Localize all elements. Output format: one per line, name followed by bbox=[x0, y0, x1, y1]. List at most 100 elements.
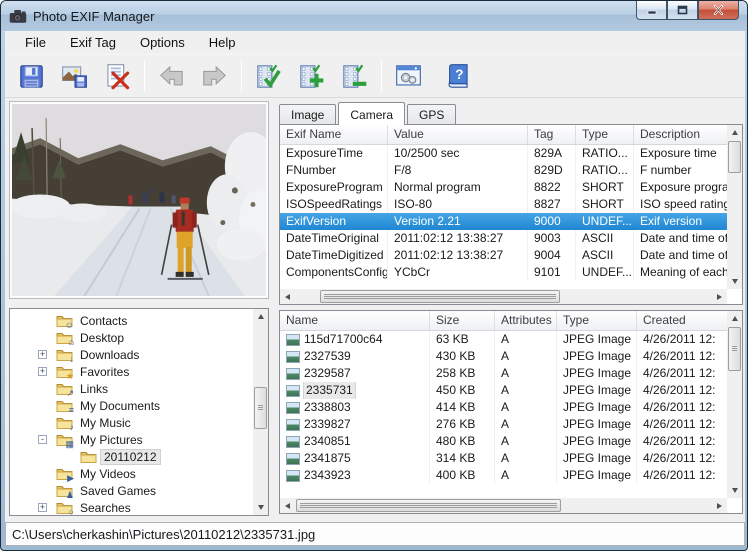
tree-item-my-pictures[interactable]: -▦My Pictures bbox=[10, 431, 253, 448]
file-row[interactable]: 2327539430 KBAJPEG Image4/26/2011 12: bbox=[280, 348, 727, 365]
tree-item-saved-games[interactable]: ♟Saved Games bbox=[10, 482, 253, 499]
tree-item-searches[interactable]: +○Searches bbox=[10, 499, 253, 515]
scroll-thumb[interactable] bbox=[320, 290, 560, 303]
exif-row[interactable]: FNumberF/8829DRATIO...F number bbox=[280, 162, 727, 179]
documents-folder-icon: ≡ bbox=[56, 398, 73, 413]
tab-image[interactable]: Image bbox=[279, 104, 336, 125]
arrow-left-icon bbox=[285, 294, 290, 300]
exif-hscrollbar[interactable] bbox=[280, 289, 727, 304]
collapse-icon[interactable]: - bbox=[38, 435, 47, 444]
menu-item-help[interactable]: Help bbox=[197, 32, 248, 53]
maximize-icon bbox=[677, 5, 688, 15]
column-header-exif-name[interactable]: Exif Name bbox=[280, 125, 388, 144]
scroll-right-button[interactable] bbox=[712, 289, 727, 304]
file-row[interactable]: 2335731450 KBAJPEG Image4/26/2011 12: bbox=[280, 382, 727, 399]
scroll-up-button[interactable] bbox=[727, 311, 742, 326]
scroll-up-button[interactable] bbox=[727, 125, 742, 140]
arrow-left-icon bbox=[158, 63, 185, 90]
column-header-type[interactable]: Type bbox=[576, 125, 634, 144]
menu-item-exif-tag[interactable]: Exif Tag bbox=[58, 32, 128, 53]
file-row[interactable]: 2341875314 KBAJPEG Image4/26/2011 12: bbox=[280, 450, 727, 467]
exif-row[interactable]: ExposureProgramNormal program8822SHORTEx… bbox=[280, 179, 727, 196]
tree-item-my-documents[interactable]: ≡My Documents bbox=[10, 397, 253, 414]
scroll-thumb[interactable] bbox=[728, 141, 741, 173]
column-header-size[interactable]: Size bbox=[430, 311, 495, 330]
tag-remove-icon bbox=[341, 63, 368, 90]
exif-row[interactable]: ExposureTime10/2500 sec829ARATIO...Expos… bbox=[280, 145, 727, 162]
tree-item-label: Saved Games bbox=[77, 484, 159, 498]
column-header-value[interactable]: Value bbox=[388, 125, 528, 144]
exif-row[interactable]: ISOSpeedRatingsISO-808827SHORTISO speed … bbox=[280, 196, 727, 213]
expand-icon[interactable]: + bbox=[38, 367, 47, 376]
scroll-right-button[interactable] bbox=[712, 498, 727, 513]
exif-row[interactable]: ExifVersionVersion 2.219000UNDEF...Exif … bbox=[280, 213, 727, 230]
save-exif-button[interactable] bbox=[13, 58, 49, 94]
scroll-thumb[interactable] bbox=[296, 499, 561, 512]
toolbar: ? bbox=[5, 55, 745, 98]
options-button[interactable] bbox=[390, 58, 426, 94]
next-image-button[interactable] bbox=[196, 58, 232, 94]
maximize-button[interactable] bbox=[667, 1, 698, 20]
remove-tag-button[interactable] bbox=[336, 58, 372, 94]
column-header-description[interactable]: Description bbox=[634, 125, 727, 144]
exif-row[interactable]: ComponentsConfig...YCbCr9101UNDEF...Mean… bbox=[280, 264, 727, 281]
file-name: 2339827 bbox=[304, 416, 351, 433]
tree-item-20110212[interactable]: 20110212 bbox=[10, 448, 253, 465]
tree-item-links[interactable]: ↗ Links bbox=[10, 380, 253, 397]
minimize-button[interactable] bbox=[636, 1, 667, 20]
scroll-left-button[interactable] bbox=[280, 498, 295, 513]
save-image-button[interactable] bbox=[56, 58, 92, 94]
menu-item-file[interactable]: File bbox=[13, 32, 58, 53]
image-file-icon bbox=[286, 402, 300, 414]
table-header: Exif NameValueTagTypeDescription bbox=[280, 125, 727, 145]
arrow-up-icon bbox=[732, 130, 738, 135]
previous-image-button[interactable] bbox=[153, 58, 189, 94]
tab-gps[interactable]: GPS bbox=[407, 104, 456, 125]
column-header-name[interactable]: Name bbox=[280, 311, 430, 330]
tree-item-desktop[interactable]: ⌂Desktop bbox=[10, 329, 253, 346]
exif-vscrollbar[interactable] bbox=[727, 125, 742, 289]
file-row[interactable]: 2339827276 KBAJPEG Image4/26/2011 12: bbox=[280, 416, 727, 433]
tree-item-contacts[interactable]: ☺Contacts bbox=[10, 312, 253, 329]
tree-item-my-music[interactable]: ♪My Music bbox=[10, 414, 253, 431]
file-row[interactable]: 2340851480 KBAJPEG Image4/26/2011 12: bbox=[280, 433, 727, 450]
exif-row[interactable]: DateTimeOriginal2011:02:12 13:38:279003A… bbox=[280, 230, 727, 247]
tab-camera[interactable]: Camera bbox=[338, 102, 405, 125]
column-header-type[interactable]: Type bbox=[557, 311, 637, 330]
file-hscrollbar[interactable] bbox=[280, 498, 727, 513]
scroll-thumb[interactable] bbox=[728, 327, 741, 371]
menu-item-options[interactable]: Options bbox=[128, 32, 197, 53]
expand-icon[interactable]: + bbox=[38, 503, 47, 512]
scroll-thumb[interactable] bbox=[254, 387, 267, 429]
scroll-left-button[interactable] bbox=[280, 289, 295, 304]
column-header-created[interactable]: Created bbox=[637, 311, 727, 330]
tree-item-favorites[interactable]: +★Favorites bbox=[10, 363, 253, 380]
title-bar[interactable]: Photo EXIF Manager bbox=[1, 1, 747, 31]
tree-item-label: Links bbox=[77, 382, 111, 396]
scroll-down-button[interactable] bbox=[727, 483, 742, 498]
scroll-down-button[interactable] bbox=[727, 274, 742, 289]
file-row[interactable]: 115d71700c6463 KBAJPEG Image4/26/2011 12… bbox=[280, 331, 727, 348]
scroll-up-button[interactable] bbox=[253, 309, 268, 324]
add-tag-button[interactable] bbox=[293, 58, 329, 94]
column-header-tag[interactable]: Tag bbox=[528, 125, 576, 144]
edit-tag-button[interactable] bbox=[250, 58, 286, 94]
scroll-down-button[interactable] bbox=[253, 500, 268, 515]
column-header-attributes[interactable]: Attributes bbox=[495, 311, 557, 330]
delete-exif-button[interactable] bbox=[99, 58, 135, 94]
file-row[interactable]: 2343923400 KBAJPEG Image4/26/2011 12: bbox=[280, 467, 727, 484]
file-vscrollbar[interactable] bbox=[727, 311, 742, 498]
photo-preview bbox=[9, 101, 269, 299]
help-button[interactable]: ? bbox=[439, 58, 475, 94]
expand-icon[interactable]: + bbox=[38, 350, 47, 359]
links-folder-icon: ↗ bbox=[56, 381, 73, 396]
folder-tree-panel: ☺Contacts⌂Desktop+↓Downloads+★Favorites↗… bbox=[9, 308, 269, 516]
tree-item-my-videos[interactable]: ▶My Videos bbox=[10, 465, 253, 482]
exif-tabs: ImageCameraGPS bbox=[279, 103, 458, 125]
file-row[interactable]: 2338803414 KBAJPEG Image4/26/2011 12: bbox=[280, 399, 727, 416]
tree-vscrollbar[interactable] bbox=[253, 309, 268, 515]
file-row[interactable]: 2329587258 KBAJPEG Image4/26/2011 12: bbox=[280, 365, 727, 382]
exif-row[interactable]: DateTimeDigitized2011:02:12 13:38:279004… bbox=[280, 247, 727, 264]
tree-item-downloads[interactable]: +↓Downloads bbox=[10, 346, 253, 363]
close-button[interactable] bbox=[698, 1, 739, 20]
